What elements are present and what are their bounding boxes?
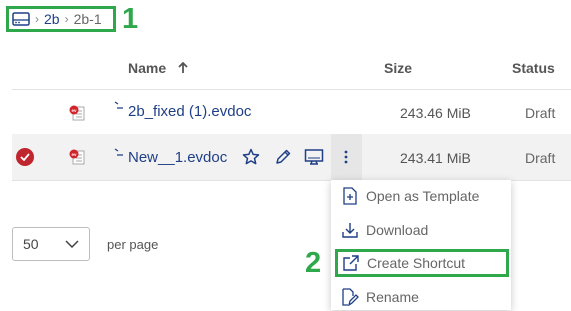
star-icon[interactable] — [241, 147, 261, 167]
callout-1: 1 — [122, 3, 139, 35]
menu-item-open-as-template[interactable]: Open as Template — [337, 182, 505, 210]
drive-icon[interactable] — [12, 12, 30, 26]
per-page-select[interactable]: 50 — [12, 227, 90, 261]
evdoc-file-icon: ev — [69, 148, 85, 166]
more-vertical-icon — [344, 150, 348, 169]
menu-item-download[interactable]: Download — [337, 216, 505, 244]
column-header-status[interactable]: Status — [512, 60, 555, 76]
per-page-value: 50 — [23, 236, 39, 252]
breadcrumb-item-2b[interactable]: 2b — [44, 11, 60, 27]
file-size: 243.41 MiB — [400, 150, 471, 166]
file-status: Draft — [525, 105, 556, 121]
pencil-edit-icon[interactable] — [273, 147, 293, 167]
breadcrumb-item-2b-1: 2b-1 — [73, 11, 102, 27]
file-size: 243.46 MiB — [400, 105, 471, 121]
table-row[interactable]: ev New__1.evdoc 243.41 MiB Draft — [0, 134, 571, 180]
file-status: Draft — [525, 150, 556, 166]
column-header-name[interactable]: Name — [128, 60, 188, 76]
callout-2: 2 — [305, 247, 322, 279]
table-row[interactable]: ev 2b_fixed (1).evdoc 243.46 MiB Draft — [0, 90, 571, 134]
shortcut-indicator-icon — [114, 143, 124, 161]
evdoc-file-icon: ev — [69, 104, 85, 122]
file-name-link[interactable]: New__1.evdoc — [128, 149, 227, 166]
svg-text:ev: ev — [71, 152, 77, 157]
external-link-icon — [341, 253, 361, 273]
chevron-down-icon — [65, 240, 79, 248]
monitor-present-icon[interactable] — [304, 147, 324, 167]
selected-check-icon[interactable] — [16, 148, 34, 166]
template-icon — [340, 186, 360, 206]
breadcrumb-separator-icon: › — [35, 12, 39, 26]
shortcut-indicator-icon — [114, 96, 124, 114]
file-name-link[interactable]: 2b_fixed (1).evdoc — [128, 103, 251, 120]
svg-text:ev: ev — [71, 108, 77, 113]
breadcrumb: › 2b › 2b-1 — [6, 6, 116, 32]
context-menu: Open as Template Download Create Shortcu… — [331, 180, 511, 310]
rename-icon — [340, 287, 360, 307]
column-header-size[interactable]: Size — [384, 60, 412, 76]
breadcrumb-separator-icon: › — [64, 12, 69, 26]
more-options-button[interactable] — [331, 134, 362, 180]
menu-item-rename[interactable]: Rename — [337, 283, 505, 311]
menu-item-create-shortcut[interactable]: Create Shortcut — [335, 249, 509, 277]
per-page-label: per page — [107, 237, 159, 252]
sort-ascending-icon — [178, 60, 188, 76]
download-icon — [340, 220, 360, 240]
